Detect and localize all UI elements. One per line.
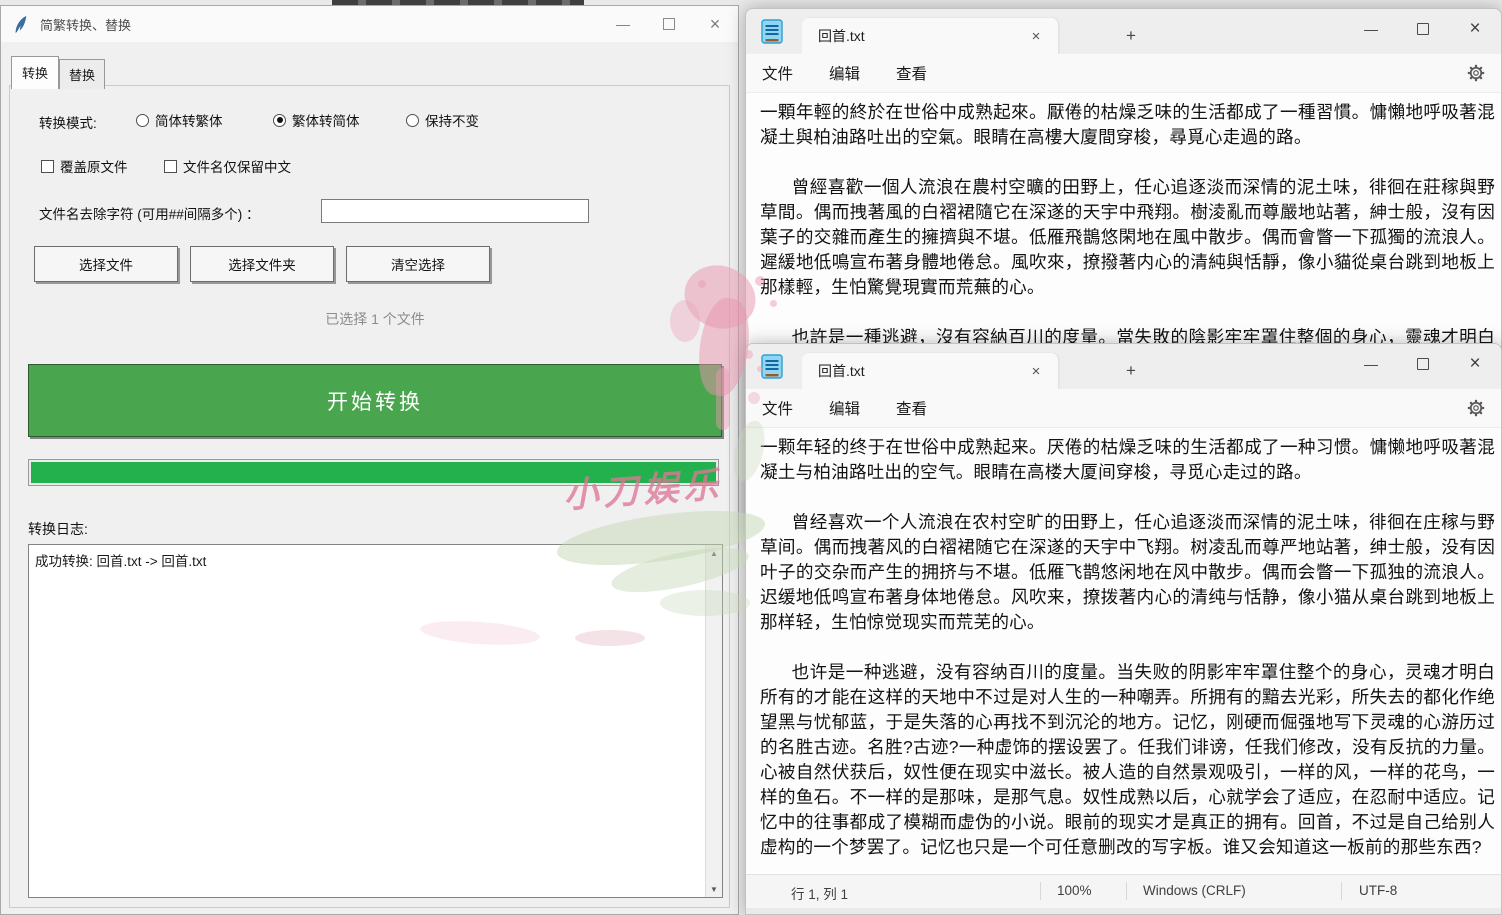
menu-view[interactable]: 查看	[886, 393, 937, 423]
checkbox-filename-chinese-only[interactable]: 文件名仅保留中文	[164, 156, 291, 176]
remove-chars-input[interactable]	[321, 199, 589, 223]
select-file-button[interactable]: 选择文件	[34, 246, 178, 282]
conversion-log-label: 转换日志:	[28, 519, 88, 539]
notepad-tabbar: 回首.txt × + — ×	[746, 344, 1501, 389]
clear-selection-button[interactable]: 清空选择	[346, 246, 490, 282]
notepad-icon	[760, 18, 784, 45]
converter-window: 简繁转换、替换 — × 转换 替换 转换模式: 简体转繁体 繁体转简体 保持不变…	[0, 5, 739, 915]
scroll-down-icon[interactable]: ▼	[706, 881, 722, 897]
encoding[interactable]: UTF-8	[1359, 883, 1397, 898]
menu-edit[interactable]: 编辑	[819, 393, 870, 423]
statusbar-divider	[1040, 882, 1041, 900]
notepad-close-button[interactable]: ×	[1449, 9, 1501, 49]
paragraph: 曾经喜欢一个人流浪在农村空旷的田野上，任心追逐淡而深情的泥土味，徘徊在庄稼与野草…	[760, 510, 1495, 635]
checkbox-icon	[164, 160, 177, 173]
converter-maximize-button[interactable]	[646, 6, 692, 42]
log-scrollbar[interactable]: ▲ ▼	[705, 545, 722, 897]
maximize-icon	[1417, 23, 1429, 35]
converter-titlebar: 简繁转换、替换 — ×	[1, 6, 738, 42]
notepad-statusbar: 行 1, 列 1 100% Windows (CRLF) UTF-8	[746, 874, 1501, 908]
radio-icon	[273, 114, 286, 127]
menu-view[interactable]: 查看	[886, 58, 937, 88]
radio-icon	[136, 114, 149, 127]
select-folder-button[interactable]: 选择文件夹	[190, 246, 334, 282]
menu-file[interactable]: 文件	[752, 58, 803, 88]
radio-icon	[406, 114, 419, 127]
notepad-tab[interactable]: 回首.txt ×	[802, 353, 1058, 389]
menu-file[interactable]: 文件	[752, 393, 803, 423]
converter-minimize-button[interactable]: —	[600, 6, 646, 42]
maximize-icon	[663, 18, 675, 30]
radio-traditional-to-simplified[interactable]: 繁体转简体	[273, 110, 360, 130]
statusbar-divider	[1126, 882, 1127, 900]
notepad-bottom-edge	[746, 908, 1501, 914]
zoom-level[interactable]: 100%	[1057, 883, 1092, 898]
checkbox-icon	[41, 160, 54, 173]
notepad-minimize-button[interactable]: —	[1345, 9, 1397, 49]
gear-icon[interactable]	[1465, 62, 1487, 84]
new-tab-button[interactable]: +	[1118, 358, 1144, 384]
notepad-text-area[interactable]: 一颗年轻的终于在世俗中成熟起来。厌倦的枯燥乏味的生活都成了一种习惯。慵懒地呼吸著…	[746, 428, 1501, 860]
radio-simplified-to-traditional[interactable]: 简体转繁体	[136, 110, 223, 130]
notepad-window-simplified: 回首.txt × + — × 文件 编辑 查看	[745, 343, 1502, 915]
checkbox-overwrite-original[interactable]: 覆盖原文件	[41, 156, 128, 176]
gear-icon[interactable]	[1465, 397, 1487, 419]
tab-close-icon[interactable]: ×	[1026, 361, 1046, 381]
paragraph: 一颗年轻的终于在世俗中成熟起来。厌倦的枯燥乏味的生活都成了一种习惯。慵懒地呼吸著…	[760, 435, 1495, 485]
notepad-tabbar: 回首.txt × + — ×	[746, 9, 1501, 54]
notepad-tab[interactable]: 回首.txt ×	[802, 18, 1058, 54]
radio-keep-unchanged[interactable]: 保持不变	[406, 110, 479, 130]
notepad-menubar: 文件 编辑 查看	[746, 54, 1501, 93]
new-tab-button[interactable]: +	[1118, 23, 1144, 49]
tab-convert[interactable]: 转换	[11, 56, 59, 89]
converter-tab-strip: 转换 替换	[11, 56, 105, 89]
conversion-log-box[interactable]: 成功转换: 回首.txt -> 回首.txt ▲ ▼	[28, 544, 723, 898]
converter-window-title: 简繁转换、替换	[40, 15, 131, 34]
progress-bar	[28, 459, 719, 486]
python-feather-icon	[13, 15, 30, 34]
remove-chars-label: 文件名去除字符 (可用##间隔多个) ：	[39, 203, 260, 223]
notepad-minimize-button[interactable]: —	[1345, 344, 1397, 384]
notepad-close-button[interactable]: ×	[1449, 344, 1501, 384]
notepad-menubar: 文件 编辑 查看	[746, 389, 1501, 428]
cursor-position: 行 1, 列 1	[791, 883, 848, 903]
selected-files-status: 已选择 1 个文件	[28, 309, 722, 329]
progress-fill	[31, 462, 716, 483]
mode-label: 转换模式:	[39, 112, 97, 132]
tab-replace[interactable]: 替换	[59, 59, 105, 89]
start-conversion-button[interactable]: 开始转换	[28, 364, 722, 437]
scroll-up-icon[interactable]: ▲	[706, 545, 722, 561]
log-line: 成功转换: 回首.txt -> 回首.txt	[35, 550, 206, 570]
notepad-icon	[760, 353, 784, 380]
notepad-maximize-button[interactable]	[1397, 9, 1449, 49]
tab-close-icon[interactable]: ×	[1026, 26, 1046, 46]
maximize-icon	[1417, 358, 1429, 370]
line-ending[interactable]: Windows (CRLF)	[1143, 883, 1246, 898]
statusbar-divider	[1341, 882, 1342, 900]
paragraph: 曾經喜歡一個人流浪在農村空曠的田野上，任心追逐淡而深情的泥土味，徘徊在莊稼與野草…	[760, 175, 1495, 300]
converter-close-button[interactable]: ×	[692, 6, 738, 42]
menu-edit[interactable]: 编辑	[819, 58, 870, 88]
paragraph: 一顆年輕的終於在世俗中成熟起來。厭倦的枯燥乏味的生活都成了一種習慣。慵懶地呼吸著…	[760, 100, 1495, 150]
paragraph: 也许是一种逃避，没有容纳百川的度量。当失败的阴影牢牢罩住整个的身心，灵魂才明白所…	[760, 660, 1495, 860]
notepad-maximize-button[interactable]	[1397, 344, 1449, 384]
